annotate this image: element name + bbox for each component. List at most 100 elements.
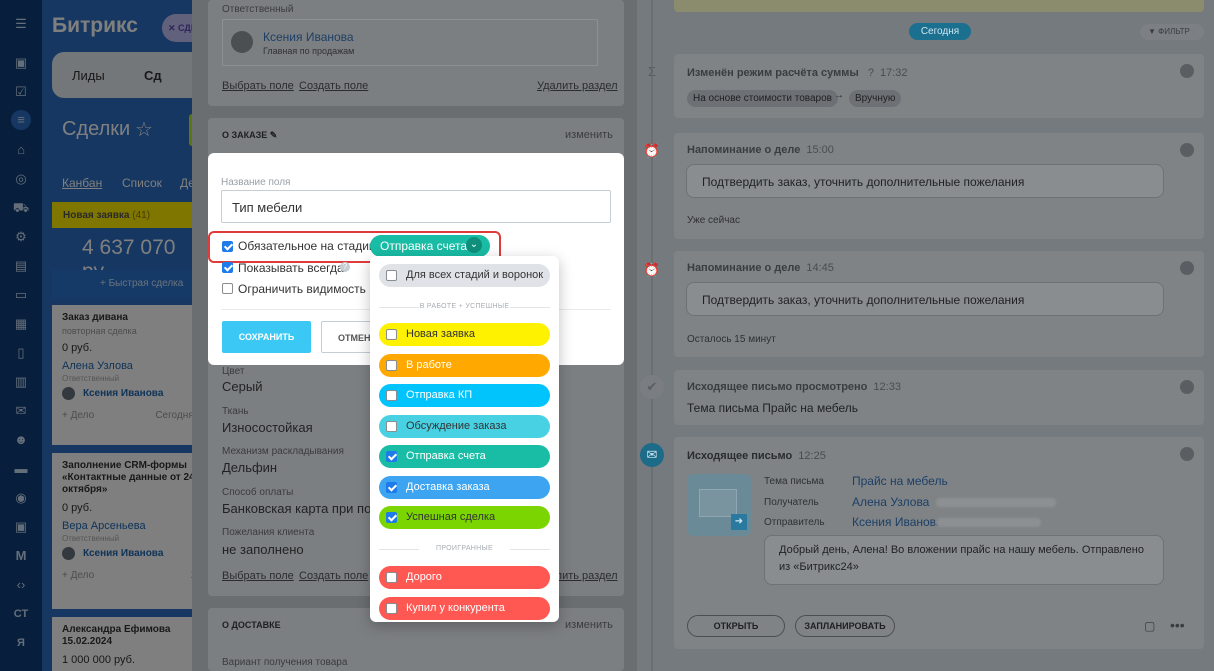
field-label: Вариант получения товара — [222, 657, 348, 668]
sum-to-tag: Вручную — [849, 90, 902, 107]
field-label: Цвет — [222, 366, 245, 377]
help-icon: ? — [867, 67, 874, 79]
responsible-box[interactable]: Ксения Иванова Главная по продажам — [222, 19, 598, 66]
all-stages-option[interactable]: Для всех стадий и воронок — [379, 264, 550, 287]
stage-option[interactable]: Отправка КП — [379, 384, 550, 407]
timeline-reminder: Напоминание о деле 14:45 Подтвердить зака… — [674, 251, 1204, 357]
mail-body: Добрый день, Алена! Во вложении прайс на… — [764, 535, 1164, 585]
change-link[interactable]: изменить — [565, 619, 613, 631]
stage-label: Успешная сделка — [406, 511, 496, 523]
stage-label: Дорого — [406, 571, 442, 583]
timeline-mail: Исходящее письмо 12:25 ➜ Тема письма Прай… — [674, 437, 1204, 649]
comment-icon[interactable]: ▢ — [1144, 619, 1155, 633]
mail-attachment-icon: ➜ — [687, 474, 751, 536]
more-icon[interactable]: ••• — [1170, 617, 1185, 633]
change-link[interactable]: изменить — [565, 129, 613, 141]
timeline-title: Напоминание о деле 14:45 — [687, 262, 834, 274]
required-checkbox[interactable] — [222, 241, 233, 252]
select-field-link[interactable]: Выбрать поле — [222, 80, 294, 92]
stage-checkbox[interactable] — [386, 359, 397, 371]
reminder-text: Подтвердить заказ, уточнить дополнительн… — [686, 282, 1164, 316]
stage-label: Отправка КП — [406, 389, 473, 401]
stage-label: В работе — [406, 358, 452, 371]
create-field-link[interactable]: Создать поле — [299, 80, 368, 92]
recipient-link[interactable]: Алена Узлова — [852, 495, 929, 509]
alarm-clock-icon: ⏰ — [643, 262, 661, 277]
subject-link[interactable]: Прайс на мебель — [852, 474, 948, 488]
sum-icon: Σ — [647, 64, 657, 79]
group-label-work: В РАБОТЕ + УСПЕШНЫЕ — [379, 303, 550, 310]
stage-checkbox[interactable] — [386, 329, 397, 340]
help-icon[interactable]: ? — [340, 262, 350, 272]
field-value: Дельфин — [222, 460, 278, 475]
stage-option[interactable]: Успешная сделка — [379, 506, 550, 529]
timeline-time: 12:33 — [873, 381, 901, 393]
responsible-label: Ответственный — [222, 4, 294, 15]
stage-select[interactable]: Отправка счета ⌄ — [370, 235, 490, 257]
timeline-time: 17:32 — [879, 67, 908, 79]
responsible-name[interactable]: Ксения Иванова — [263, 30, 354, 44]
reminder-status: Осталось 15 минут — [687, 334, 776, 345]
avatar — [231, 31, 253, 53]
delete-section-link[interactable]: Удалить раздел — [537, 80, 618, 92]
field-value: Банковская карта при полу — [222, 501, 386, 516]
show-always-label: Показывать всегда — [238, 261, 344, 275]
timeline-title: Изменён режим расчёта суммы ? 17:32 — [687, 67, 907, 79]
timeline-title: Исходящее письмо просмотрено 12:33 — [687, 381, 901, 393]
stage-option[interactable]: Дорого — [379, 566, 550, 589]
reminder-text: Подтвердить заказ, уточнить дополнительн… — [686, 164, 1164, 198]
envelope-icon: ✉ — [640, 443, 664, 467]
filter-button[interactable]: ▼ ФИЛЬТР — [1140, 24, 1204, 40]
stage-option[interactable]: Обсуждение заказа — [379, 414, 550, 438]
create-field-link[interactable]: Создать поле — [299, 570, 368, 582]
open-button[interactable]: ОТКРЫТЬ — [687, 615, 785, 637]
sender-link[interactable]: Ксения Иванова — [852, 515, 943, 529]
field-value: не заполнено — [222, 542, 304, 557]
timeline-top-card — [674, 0, 1204, 12]
stage-checkbox[interactable] — [386, 481, 397, 493]
chevron-down-icon: ⌄ — [466, 237, 482, 253]
reminder-title: Напоминание о деле — [687, 262, 801, 274]
timeline-line — [651, 0, 653, 671]
field-name-input[interactable]: Тип мебели — [221, 190, 611, 223]
stage-label: Новая заявка — [406, 328, 476, 340]
limit-visibility-checkbox[interactable] — [222, 283, 233, 294]
stage-option[interactable]: Отправка счета — [379, 445, 550, 468]
stage-option[interactable]: Новая заявка — [379, 323, 550, 346]
stage-checkbox[interactable] — [386, 390, 397, 401]
timeline-sum-change: Изменён режим расчёта суммы ? 17:32 На ос… — [674, 54, 1204, 118]
arrow-right-icon: ➜ — [731, 514, 747, 530]
pencil-icon[interactable]: ✎ — [270, 130, 278, 140]
timeline-mail-viewed: Исходящее письмо просмотрено 12:33 Тема п… — [674, 370, 1204, 425]
field-value: Серый — [222, 379, 263, 394]
recipient-label: Получатель — [764, 497, 819, 508]
stage-checkbox[interactable] — [386, 420, 397, 432]
responsible-section: Ответственный Ксения Иванова Главная по … — [208, 0, 624, 106]
save-button[interactable]: СОХРАНИТЬ — [222, 321, 311, 353]
viewed-text: Тема письма Прайс на мебель — [687, 401, 858, 415]
timeline-reminder: Напоминание о деле 15:00 Подтвердить зака… — [674, 133, 1204, 239]
delivery-section-title: О ДОСТАВКЕ — [222, 620, 281, 630]
arrow-right-icon: → — [834, 90, 844, 101]
stage-option[interactable]: Купил у конкурента — [379, 596, 550, 620]
order-section-title: О ЗАКАЗЕ ✎ — [222, 130, 277, 141]
show-always-checkbox[interactable] — [222, 262, 233, 273]
stage-checkbox[interactable] — [386, 572, 397, 583]
stage-label: Купил у конкурента — [406, 601, 505, 614]
stage-option[interactable]: Доставка заказа — [379, 475, 550, 499]
stage-checkbox[interactable] — [386, 602, 397, 614]
stage-label: Отправка счета — [406, 450, 486, 462]
reminder-status: Уже сейчас — [687, 215, 740, 226]
all-stages-checkbox[interactable] — [386, 270, 397, 281]
stage-option[interactable]: В работе — [379, 353, 550, 377]
subject-label: Тема письма — [764, 476, 824, 487]
stage-checkbox[interactable] — [386, 512, 397, 523]
select-field-link[interactable]: Выбрать поле — [222, 570, 294, 582]
schedule-button[interactable]: ЗАПЛАНИРОВАТЬ — [795, 615, 895, 637]
viewed-title: Исходящее письмо просмотрено — [687, 381, 868, 393]
check-icon: ✔ — [640, 375, 664, 399]
option-label: Для всех стадий и воронок — [406, 269, 544, 281]
envelope-icon — [699, 489, 737, 517]
stage-checkbox[interactable] — [386, 451, 397, 462]
mail-title: Исходящее письмо — [687, 450, 793, 462]
